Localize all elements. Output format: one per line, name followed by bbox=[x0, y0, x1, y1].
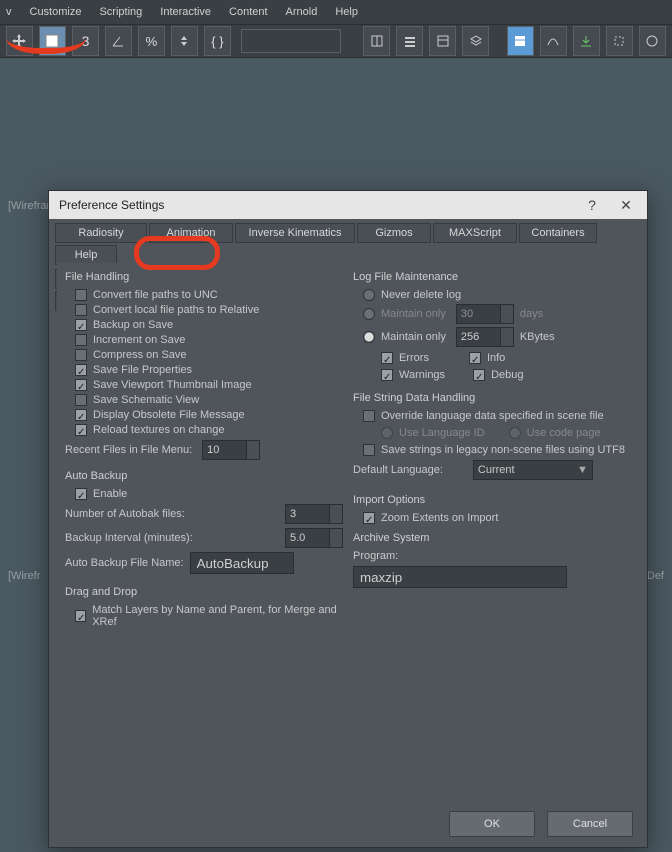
rb-use-code-page[interactable]: Use code page bbox=[509, 427, 601, 439]
tab-animation[interactable]: Animation bbox=[149, 223, 233, 243]
cb-log-warnings[interactable]: Warnings bbox=[381, 369, 445, 381]
autobak-interval-row: Backup Interval (minutes): bbox=[65, 528, 343, 548]
cb-increment-on-save[interactable]: Increment on Save bbox=[75, 334, 343, 346]
cb-convert-relative[interactable]: Convert local file paths to Relative bbox=[75, 304, 343, 316]
tool-button[interactable] bbox=[606, 26, 633, 56]
autobak-count-row: Number of Autobak files: bbox=[65, 504, 343, 524]
rb-maintain-kbytes[interactable]: Maintain only KBytes bbox=[363, 327, 631, 347]
cancel-button[interactable]: Cancel bbox=[547, 811, 633, 837]
group-file-handling: File Handling bbox=[65, 271, 343, 283]
cb-enable-autobackup[interactable]: Enable bbox=[75, 488, 343, 500]
group-auto-backup: Auto Backup bbox=[65, 470, 343, 482]
tool-button[interactable] bbox=[363, 26, 390, 56]
recent-files-label: Recent Files in File Menu: bbox=[65, 444, 192, 456]
dialog-title: Preference Settings bbox=[59, 191, 575, 219]
download-icon[interactable] bbox=[573, 26, 600, 56]
dialog-button-row: OK Cancel bbox=[449, 811, 633, 837]
files-panel: File Handling Convert file paths to UNC … bbox=[57, 263, 639, 803]
menu-help[interactable]: Help bbox=[335, 0, 358, 24]
tab-help[interactable]: Help bbox=[55, 245, 117, 265]
maintain-kbytes-spinner[interactable] bbox=[456, 327, 514, 347]
group-archive-system: Archive System bbox=[353, 532, 631, 544]
left-column: File Handling Convert file paths to UNC … bbox=[65, 269, 343, 631]
group-import-options: Import Options bbox=[353, 494, 631, 506]
autobak-name-label: Auto Backup File Name: bbox=[65, 557, 184, 569]
main-toolbar: 3 % { } bbox=[0, 25, 672, 58]
cb-save-viewport-thumbnail[interactable]: Save Viewport Thumbnail Image bbox=[75, 379, 343, 391]
rb-never-delete-log[interactable]: Never delete log bbox=[363, 289, 631, 301]
menu-customize[interactable]: Customize bbox=[30, 0, 82, 24]
autobak-count-spinner[interactable] bbox=[285, 504, 343, 524]
cb-backup-on-save[interactable]: Backup on Save bbox=[75, 319, 343, 331]
tool-button[interactable] bbox=[39, 26, 66, 56]
cb-log-errors[interactable]: Errors bbox=[381, 352, 429, 364]
autobak-count-label: Number of Autobak files: bbox=[65, 508, 185, 520]
default-language-row: Default Language: Current▼ bbox=[353, 460, 631, 480]
archive-program-label: Program: bbox=[353, 550, 631, 562]
menu-arnold[interactable]: Arnold bbox=[286, 0, 318, 24]
braces-tool-icon[interactable]: { } bbox=[204, 26, 231, 56]
move-tool-icon[interactable] bbox=[6, 26, 33, 56]
maintain-days-spinner[interactable] bbox=[456, 304, 514, 324]
recent-files-spinner[interactable] bbox=[202, 440, 260, 460]
tab-row-upper: Radiosity Animation Inverse Kinematics G… bbox=[55, 223, 641, 265]
cb-compress-on-save[interactable]: Compress on Save bbox=[75, 349, 343, 361]
dialog-titlebar: Preference Settings ? ✕ bbox=[49, 191, 647, 219]
tab-gizmos[interactable]: Gizmos bbox=[357, 223, 431, 243]
tool-button[interactable] bbox=[429, 26, 456, 56]
tab-maxscript[interactable]: MAXScript bbox=[433, 223, 517, 243]
selection-set-dropdown[interactable] bbox=[241, 29, 341, 53]
percent-tool-icon[interactable]: % bbox=[138, 26, 165, 56]
cb-match-layers[interactable]: Match Layers by Name and Parent, for Mer… bbox=[75, 604, 343, 628]
tool-button-3[interactable]: 3 bbox=[72, 26, 99, 56]
tab-containers[interactable]: Containers bbox=[519, 223, 597, 243]
viewport-label: [Wirefr bbox=[8, 570, 40, 582]
spinner-snap-icon[interactable] bbox=[171, 26, 198, 56]
close-button[interactable]: ✕ bbox=[609, 191, 643, 219]
archive-program-input[interactable] bbox=[353, 566, 567, 588]
cb-log-debug[interactable]: Debug bbox=[473, 369, 523, 381]
cb-save-file-properties[interactable]: Save File Properties bbox=[75, 364, 343, 376]
preference-settings-dialog: Preference Settings ? ✕ Radiosity Animat… bbox=[48, 190, 648, 848]
menu-content[interactable]: Content bbox=[229, 0, 268, 24]
rb-use-language-id[interactable]: Use Language ID bbox=[381, 427, 485, 439]
right-column: Log File Maintenance Never delete log Ma… bbox=[353, 269, 631, 631]
viewport-label: [Wirefran bbox=[8, 200, 53, 212]
tool-button[interactable] bbox=[639, 26, 666, 56]
cb-reload-textures[interactable]: Reload textures on change bbox=[75, 424, 343, 436]
tool-button[interactable] bbox=[507, 26, 534, 56]
ok-button[interactable]: OK bbox=[449, 811, 535, 837]
rb-maintain-days[interactable]: Maintain only days bbox=[363, 304, 631, 324]
autobak-interval-label: Backup Interval (minutes): bbox=[65, 532, 193, 544]
default-language-label: Default Language: bbox=[353, 464, 443, 476]
cb-override-language-data[interactable]: Override language data specified in scen… bbox=[363, 410, 631, 422]
menu-interactive[interactable]: Interactive bbox=[160, 0, 211, 24]
cb-convert-unc[interactable]: Convert file paths to UNC bbox=[75, 289, 343, 301]
cb-save-strings-utf8[interactable]: Save strings in legacy non-scene files u… bbox=[363, 444, 631, 456]
menu-scripting[interactable]: Scripting bbox=[99, 0, 142, 24]
autobak-interval-spinner[interactable] bbox=[285, 528, 343, 548]
group-log-maintenance: Log File Maintenance bbox=[353, 271, 631, 283]
autobak-name-row: Auto Backup File Name: bbox=[65, 552, 343, 574]
default-language-dropdown[interactable]: Current▼ bbox=[473, 460, 593, 480]
tool-button[interactable] bbox=[396, 26, 423, 56]
cb-zoom-extents-import[interactable]: Zoom Extents on Import bbox=[363, 512, 631, 524]
curve-editor-icon[interactable] bbox=[540, 26, 567, 56]
menu-item[interactable]: v bbox=[6, 0, 12, 24]
help-button[interactable]: ? bbox=[575, 191, 609, 219]
group-drag-drop: Drag and Drop bbox=[65, 586, 343, 598]
main-menubar: v Customize Scripting Interactive Conten… bbox=[0, 0, 672, 25]
group-string-handling: File String Data Handling bbox=[353, 392, 631, 404]
cb-display-obsolete-message[interactable]: Display Obsolete File Message bbox=[75, 409, 343, 421]
tab-radiosity[interactable]: Radiosity bbox=[55, 223, 147, 243]
cb-log-info[interactable]: Info bbox=[469, 352, 505, 364]
layers-icon[interactable] bbox=[462, 26, 489, 56]
cb-save-schematic-view[interactable]: Save Schematic View bbox=[75, 394, 343, 406]
angle-snap-icon[interactable] bbox=[105, 26, 132, 56]
recent-files-row: Recent Files in File Menu: bbox=[65, 440, 343, 460]
tab-inverse-kinematics[interactable]: Inverse Kinematics bbox=[235, 223, 355, 243]
autobak-name-input[interactable] bbox=[190, 552, 294, 574]
